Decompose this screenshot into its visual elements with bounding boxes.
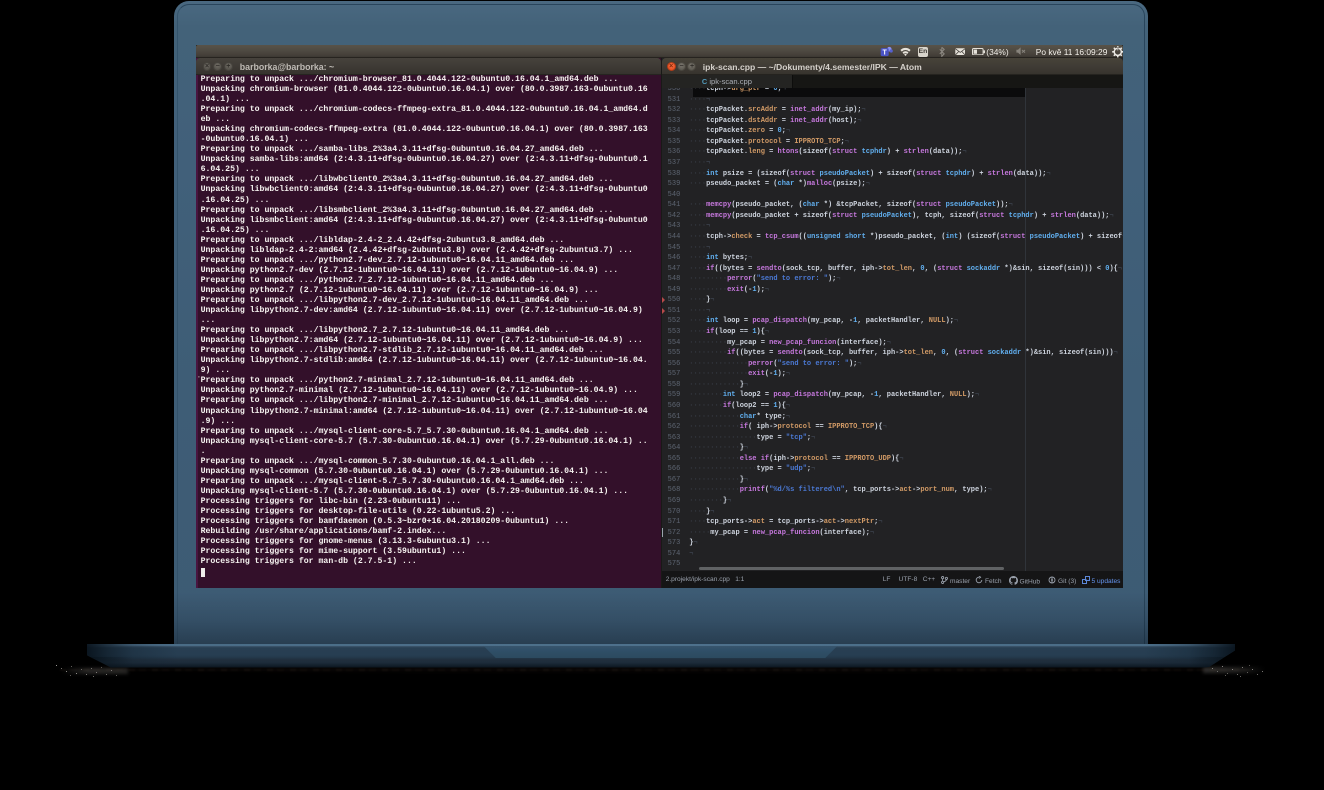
svg-text:T: T (882, 49, 887, 56)
